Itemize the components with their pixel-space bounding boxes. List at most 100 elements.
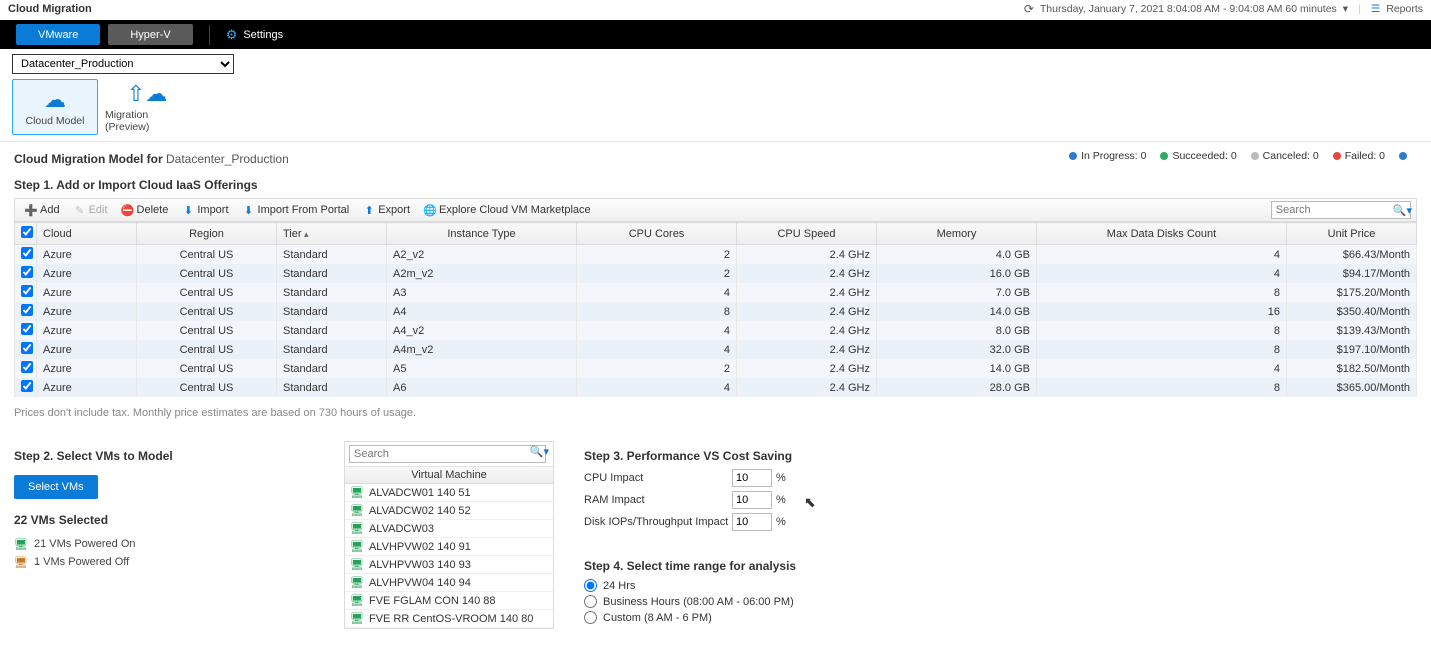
cell-speed: 2.4 GHz [737,321,877,340]
import-portal-button[interactable]: ⬇Import From Portal [237,199,356,221]
row-checkbox[interactable] [21,266,33,278]
list-item[interactable]: 🖥ALVADCW03 [345,520,553,538]
cell-instance: A2m_v2 [387,264,577,283]
disk-impact-input[interactable] [732,513,772,531]
cell-tier: Standard [277,245,387,265]
mode-label: Cloud Model [26,115,85,127]
step4-title: Step 4. Select time range for analysis [584,559,1004,573]
table-row[interactable]: AzureCentral USStandardA4_v242.4 GHz8.0 … [15,321,1417,340]
table-row[interactable]: AzureCentral USStandardA482.4 GHz14.0 GB… [15,302,1417,321]
step1-toolbar: ➕Add ✎Edit ⛔Delete ⬇Import ⬇Import From … [14,198,1417,222]
cell-speed: 2.4 GHz [737,302,877,321]
table-row[interactable]: AzureCentral USStandardA4m_v242.4 GHz32.… [15,340,1417,359]
datacenter-select[interactable]: Datacenter_Production [12,54,234,74]
reports-link[interactable]: Reports [1386,3,1423,15]
list-item[interactable]: 🖥ALVADCW01 140 51 [345,484,553,502]
explore-button[interactable]: 🌐Explore Cloud VM Marketplace [418,199,597,221]
vm-search-input[interactable] [349,445,546,463]
cell-disks: 4 [1037,264,1287,283]
cell-region: Central US [137,283,277,302]
list-item[interactable]: 🖥ALVHPVW02 140 91 [345,538,553,556]
tab-vmware[interactable]: VMware [16,24,100,45]
import-button[interactable]: ⬇Import [176,199,234,221]
list-item[interactable]: 🖥ALVHPVW03 140 93 [345,556,553,574]
table-row[interactable]: AzureCentral USStandardA2_v222.4 GHz4.0 … [15,245,1417,265]
col-disks[interactable]: Max Data Disks Count [1037,223,1287,245]
cell-region: Central US [137,340,277,359]
cell-cores: 4 [577,340,737,359]
vm-icon: 🖥 [350,540,364,553]
list-item[interactable]: 🖥ALVADCW02 140 52 [345,502,553,520]
cloud-icon: ☁ [44,87,66,113]
reports-icon[interactable]: ☰ [1371,3,1380,15]
col-speed[interactable]: CPU Speed [737,223,877,245]
settings-label: Settings [243,29,283,41]
settings-link[interactable]: ⚙ Settings [226,27,283,43]
vm-icon: 🖥 [350,486,364,499]
mode-cloud-model[interactable]: ☁ Cloud Model [12,79,98,135]
tab-hyperv[interactable]: Hyper-V [108,24,192,45]
col-instance[interactable]: Instance Type [387,223,577,245]
export-button[interactable]: ⬆Export [357,199,416,221]
row-checkbox[interactable] [21,304,33,316]
row-checkbox[interactable] [21,247,33,259]
row-checkbox[interactable] [21,342,33,354]
cell-instance: A5 [387,359,577,378]
row-checkbox[interactable] [21,361,33,373]
cell-instance: A4_v2 [387,321,577,340]
table-row[interactable]: AzureCentral USStandardA2m_v222.4 GHz16.… [15,264,1417,283]
col-region[interactable]: Region [137,223,277,245]
cell-tier: Standard [277,340,387,359]
search-icon[interactable]: 🔍▾ [530,445,549,463]
col-price[interactable]: Unit Price [1287,223,1417,245]
add-button[interactable]: ➕Add [19,199,66,221]
cpu-impact-input[interactable] [732,469,772,487]
opt-business-hours[interactable]: Business Hours (08:00 AM - 06:00 PM) [584,595,1004,608]
opt-custom[interactable]: Custom (8 AM - 6 PM) [584,611,1004,624]
col-cores[interactable]: CPU Cores [577,223,737,245]
search-icon[interactable]: 🔍▾ [1393,204,1412,217]
status-inprogress: In Progress: 0 [1069,150,1146,162]
radio-custom[interactable] [584,611,597,624]
vm-column-header[interactable]: Virtual Machine [345,467,553,484]
col-cloud[interactable]: Cloud [37,223,137,245]
refresh-icon[interactable] [1024,2,1034,16]
table-row[interactable]: AzureCentral USStandardA342.4 GHz7.0 GB8… [15,283,1417,302]
cell-speed: 2.4 GHz [737,264,877,283]
select-vms-button[interactable]: Select VMs [14,475,98,499]
radio-business-hours[interactable] [584,595,597,608]
chevron-down-icon[interactable]: ▾ [1343,3,1348,15]
ram-impact-input[interactable] [732,491,772,509]
vms-selected-count: 22 VMs Selected [14,513,314,527]
list-item[interactable]: 🖥ALVHPVW04 140 94 [345,574,553,592]
cell-cloud: Azure [37,321,137,340]
table-row[interactable]: AzureCentral USStandardA522.4 GHz14.0 GB… [15,359,1417,378]
list-item[interactable]: 🖥FVE RR CentOS-VROOM 140 80 [345,610,553,628]
col-memory[interactable]: Memory [877,223,1037,245]
table-row[interactable]: AzureCentral USStandardA642.4 GHz28.0 GB… [15,378,1417,397]
cell-cloud: Azure [37,340,137,359]
row-checkbox[interactable] [21,323,33,335]
row-checkbox[interactable] [21,285,33,297]
cell-cloud: Azure [37,359,137,378]
cell-memory: 32.0 GB [877,340,1037,359]
list-item[interactable]: 🖥FVE FGLAM CON 140 88 [345,592,553,610]
time-range-text[interactable]: Thursday, January 7, 2021 8:04:08 AM - 9… [1040,3,1337,15]
row-checkbox[interactable] [21,380,33,392]
select-all-checkbox[interactable] [21,226,33,238]
vms-powered-on: 🖥 21 VMs Powered On [14,537,314,551]
cell-region: Central US [137,264,277,283]
cell-tier: Standard [277,302,387,321]
offerings-table: Cloud Region Tier Instance Type CPU Core… [14,222,1417,397]
cell-region: Central US [137,245,277,265]
cell-price: $182.50/Month [1287,359,1417,378]
cpu-impact-label: CPU Impact [584,472,732,484]
vm-list-body[interactable]: 🖥ALVADCW01 140 51🖥ALVADCW02 140 52🖥ALVAD… [345,484,553,628]
offerings-search-input[interactable] [1271,201,1411,219]
radio-24hrs[interactable] [584,579,597,592]
mode-migration[interactable]: ⇧☁ Migration (Preview) [104,79,190,135]
opt-24hrs[interactable]: 24 Hrs [584,579,1004,592]
cell-speed: 2.4 GHz [737,245,877,265]
col-tier[interactable]: Tier [277,223,387,245]
delete-button[interactable]: ⛔Delete [116,199,175,221]
